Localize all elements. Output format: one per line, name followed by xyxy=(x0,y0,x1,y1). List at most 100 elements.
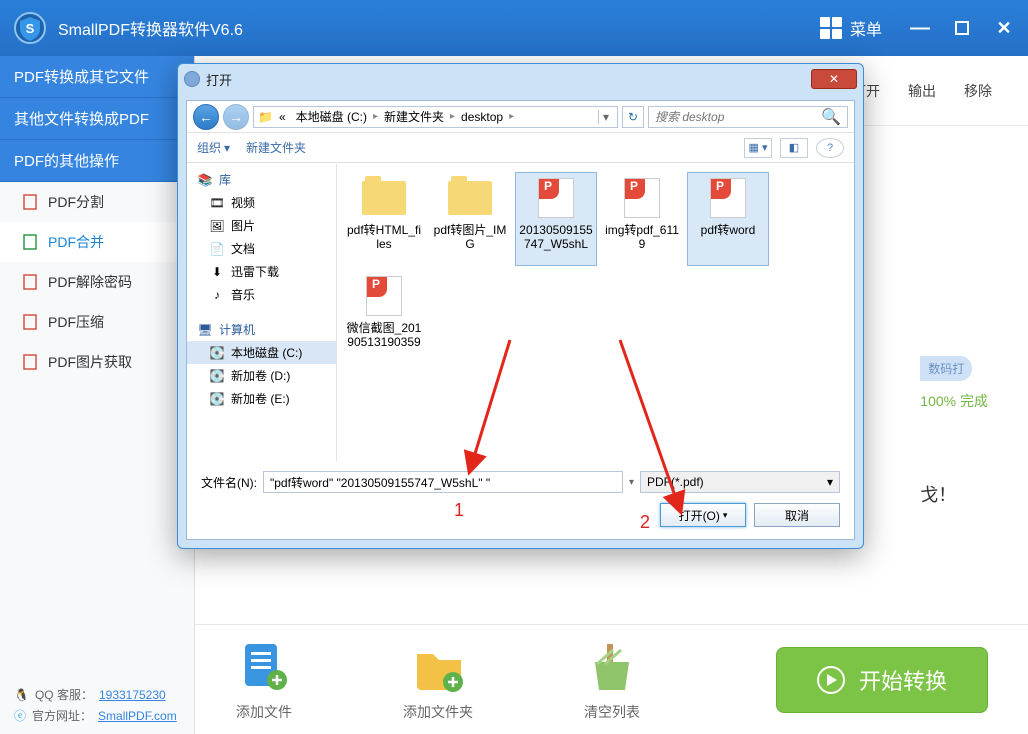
site-link[interactable]: SmallPDF.com xyxy=(98,709,177,723)
pdf-icon xyxy=(704,177,752,219)
dialog-main: 📚库 🎞视频 🖼图片 📄文档 ⬇迅雷下载 ♪音乐 🖥计算机 💽本地磁盘 (C:)… xyxy=(187,164,854,461)
clear-list-icon xyxy=(583,638,641,696)
filename-dropdown[interactable]: ▾ xyxy=(629,477,634,488)
sidebar-item-label: PDF合并 xyxy=(48,232,104,252)
sidebar-item-compress[interactable]: PDF压缩 xyxy=(0,302,194,342)
file-name: 20130509155747_W5shL xyxy=(518,223,594,252)
organize-button[interactable]: 组织▾ xyxy=(197,139,230,156)
maximize-button[interactable] xyxy=(950,16,974,40)
file-name: pdf转图片_IMG xyxy=(432,223,508,252)
file-grid: pdf转HTML_filespdf转图片_IMG 20130509155747_W… xyxy=(337,164,854,461)
chevron-right-icon: ▸ xyxy=(450,111,455,122)
tree-music[interactable]: ♪音乐 xyxy=(187,283,336,306)
search-icon[interactable]: 🔍 xyxy=(815,107,847,127)
sidebar-cat-convert-to[interactable]: PDF转换成其它文件 xyxy=(0,56,194,98)
search-box[interactable]: 🔍 xyxy=(648,106,848,128)
add-file-button[interactable]: 添加文件 xyxy=(235,638,293,722)
dialog-titlebar[interactable]: 打开 ✕ xyxy=(178,64,863,94)
breadcrumb-dropdown[interactable]: ▾ xyxy=(598,110,613,124)
tree-drive-c[interactable]: 💽本地磁盘 (C:) xyxy=(187,341,336,364)
tree-drive-e[interactable]: 💽新加卷 (E:) xyxy=(187,387,336,410)
done-exclaim: 戈！ xyxy=(920,481,988,507)
tree-computer[interactable]: 🖥计算机 xyxy=(187,318,336,341)
chevron-right-icon: ▸ xyxy=(373,111,378,122)
tree-xunlei[interactable]: ⬇迅雷下载 xyxy=(187,260,336,283)
sidebar: PDF转换成其它文件 其他文件转换成PDF PDF的其他操作 PDF分割 PDF… xyxy=(0,56,195,734)
crumb-desktop[interactable]: desktop xyxy=(457,110,507,124)
pdf-icon xyxy=(360,275,408,317)
qq-label: QQ 客服： xyxy=(35,686,93,703)
document-icon: 📄 xyxy=(209,242,225,256)
sidebar-item-unlock[interactable]: PDF解除密码 xyxy=(0,262,194,302)
bottom-action-row: 添加文件 添加文件夹 清空列表 开始转换 xyxy=(195,624,1028,734)
tree-drive-d[interactable]: 💽新加卷 (D:) xyxy=(187,364,336,387)
video-icon: 🎞 xyxy=(209,196,225,210)
dialog-cancel-button[interactable]: 取消 xyxy=(754,503,840,527)
dialog-title: 打开 xyxy=(206,70,811,89)
tree-video[interactable]: 🎞视频 xyxy=(187,191,336,214)
drive-icon: 💽 xyxy=(209,392,225,406)
preview-pane-button[interactable]: ◧ xyxy=(780,138,808,158)
nav-back-button[interactable]: ← xyxy=(193,104,219,130)
toolbar-output[interactable]: 输出 xyxy=(898,77,946,105)
sidebar-item-split[interactable]: PDF分割 xyxy=(0,182,194,222)
tree-document[interactable]: 📄文档 xyxy=(187,237,336,260)
sidebar-item-extract-img[interactable]: PDF图片获取 xyxy=(0,342,194,382)
crumb-c[interactable]: 本地磁盘 (C:) xyxy=(292,108,371,125)
toolbar-remove[interactable]: 移除 xyxy=(954,77,1002,105)
sidebar-item-merge[interactable]: PDF合并 xyxy=(0,222,194,262)
dialog-icon xyxy=(184,71,200,87)
pdf-unlock-icon xyxy=(22,273,38,291)
pdf-split-icon xyxy=(22,193,38,211)
crumb-root[interactable]: « xyxy=(275,110,290,124)
file-item[interactable]: pdf转word xyxy=(687,172,769,266)
view-mode-button[interactable]: ▦ ▾ xyxy=(744,138,772,158)
file-item[interactable]: pdf转图片_IMG xyxy=(429,172,511,266)
dialog-open-button[interactable]: 打开(O)▾ xyxy=(660,503,746,527)
play-icon xyxy=(817,666,845,694)
file-item[interactable]: 20130509155747_W5shL xyxy=(515,172,597,266)
start-convert-button[interactable]: 开始转换 xyxy=(776,647,988,713)
tree-library[interactable]: 📚库 xyxy=(187,168,336,191)
new-folder-button[interactable]: 新建文件夹 xyxy=(246,139,306,156)
ie-icon: ⓔ xyxy=(14,707,26,724)
file-type-dropdown[interactable]: PDF(*.pdf)▾ xyxy=(640,471,840,493)
svg-text:S: S xyxy=(26,21,35,36)
pdf-merge-icon xyxy=(22,233,38,251)
close-app-button[interactable]: ✕ xyxy=(992,16,1016,40)
filename-input[interactable] xyxy=(263,471,623,493)
sidebar-item-label: PDF压缩 xyxy=(48,312,104,332)
chevron-right-icon: ▸ xyxy=(509,111,514,122)
search-input[interactable] xyxy=(649,110,815,124)
menu-button[interactable]: 菜单 xyxy=(812,12,890,44)
chevron-down-icon: ▾ xyxy=(723,510,728,521)
help-button[interactable]: ? xyxy=(816,138,844,158)
file-name: img转pdf_6119 xyxy=(604,223,680,252)
dialog-close-button[interactable]: ✕ xyxy=(811,69,857,89)
drive-icon: 💽 xyxy=(209,346,225,360)
picture-icon: 🖼 xyxy=(209,219,225,233)
breadcrumb[interactable]: 📁 « 本地磁盘 (C:)▸ 新建文件夹▸ desktop▸ ▾ xyxy=(253,106,618,128)
refresh-button[interactable]: ↻ xyxy=(622,106,644,128)
sidebar-cat-pdf-other[interactable]: PDF的其他操作 xyxy=(0,140,194,182)
site-label: 官方网址： xyxy=(32,707,92,724)
add-folder-label: 添加文件夹 xyxy=(403,702,473,722)
file-item[interactable]: 微信截图_20190513190359 xyxy=(343,270,425,364)
add-folder-button[interactable]: 添加文件夹 xyxy=(403,638,473,722)
chevron-down-icon: ▾ xyxy=(224,141,230,155)
file-item[interactable]: img转pdf_6119 xyxy=(601,172,683,266)
add-file-label: 添加文件 xyxy=(236,702,292,722)
nav-forward-button[interactable]: → xyxy=(223,104,249,130)
minimize-button[interactable]: — xyxy=(908,16,932,40)
folder-icon: 📁 xyxy=(258,110,273,124)
tree-picture[interactable]: 🖼图片 xyxy=(187,214,336,237)
clear-list-button[interactable]: 清空列表 xyxy=(583,638,641,722)
file-item[interactable]: pdf转HTML_files xyxy=(343,172,425,266)
sidebar-cat-convert-from[interactable]: 其他文件转换成PDF xyxy=(0,98,194,140)
sidebar-item-label: PDF图片获取 xyxy=(48,352,132,372)
pdf-img-icon xyxy=(22,353,38,371)
crumb-newfolder[interactable]: 新建文件夹 xyxy=(380,108,448,125)
dialog-bottom: 文件名(N): ▾ PDF(*.pdf)▾ 打开(O)▾ 取消 xyxy=(187,461,854,539)
music-icon: ♪ xyxy=(209,288,225,302)
qq-link[interactable]: 1933175230 xyxy=(99,688,166,702)
